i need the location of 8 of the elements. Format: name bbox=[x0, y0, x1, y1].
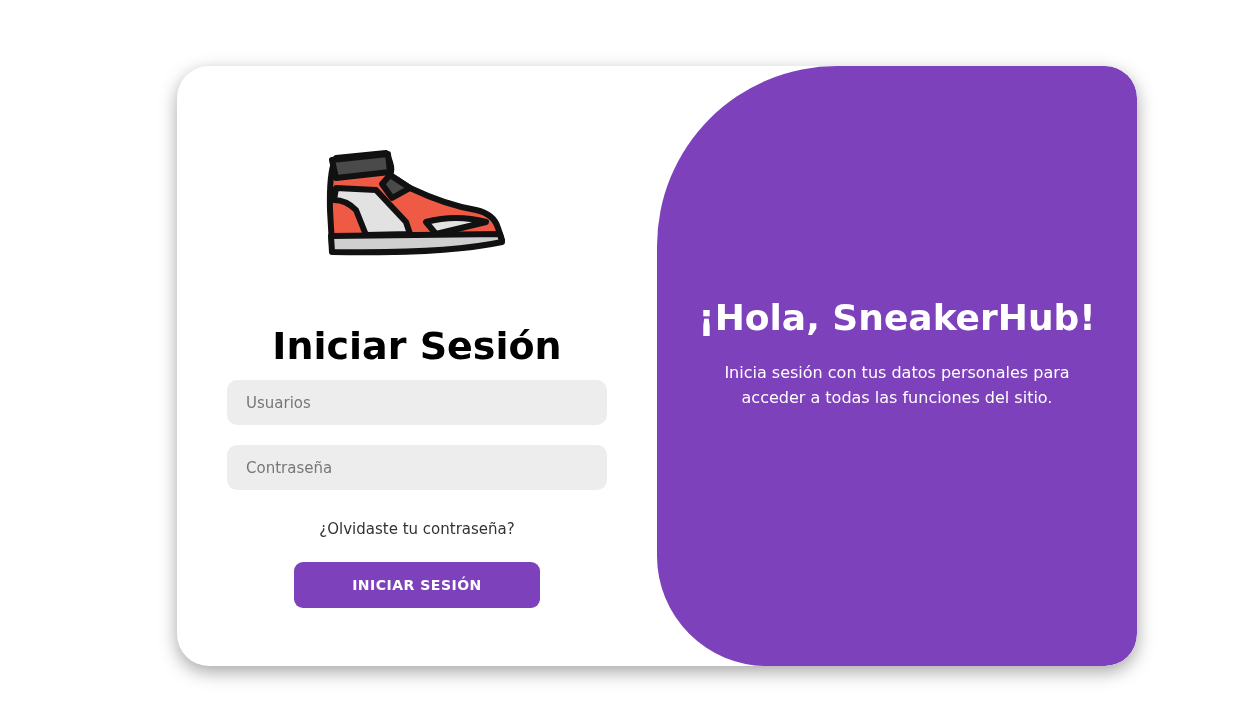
login-title: Iniciar Sesión bbox=[272, 323, 562, 370]
forgot-password-link[interactable]: ¿Olvidaste tu contraseña? bbox=[319, 520, 515, 538]
welcome-text: Inicia sesión con tus datos personales para acceder a todas las funciones del sitio. bbox=[723, 362, 1071, 409]
welcome-title: ¡Hola, SneakerHub! bbox=[698, 296, 1096, 340]
password-field[interactable]: Contraseña bbox=[227, 445, 607, 490]
login-button[interactable]: INICIAR SESIÓN bbox=[294, 562, 540, 608]
username-field[interactable]: Usuarios bbox=[227, 380, 607, 425]
sneaker-icon bbox=[326, 150, 506, 258]
